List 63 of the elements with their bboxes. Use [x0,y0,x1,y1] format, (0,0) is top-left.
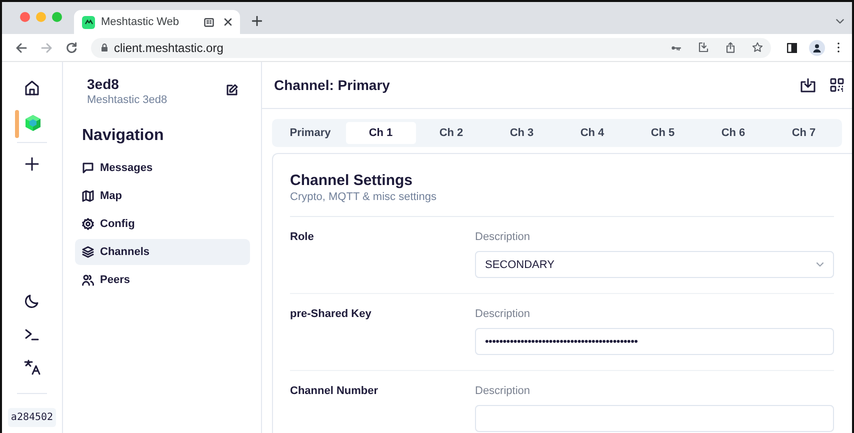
plus-icon[interactable] [25,157,39,171]
people-icon [82,274,94,286]
key-icon[interactable] [671,44,681,50]
more-icon[interactable] [837,42,840,53]
reader-icon[interactable] [204,18,214,26]
back-icon[interactable] [16,42,27,52]
channel-tab[interactable]: Ch 6 [698,122,768,144]
nav-item[interactable]: Peers [75,267,250,293]
home-icon[interactable] [24,80,40,96]
card-subtitle: Crypto, MQTT & misc settings [290,191,834,217]
download-icon[interactable] [800,78,816,92]
channel-tab[interactable]: Ch 2 [416,122,486,144]
browser-tab[interactable]: Meshtastic Web [74,10,240,34]
channel-tab[interactable]: Ch 3 [486,122,557,144]
address-bar[interactable]: client.meshtastic.org [91,38,771,58]
cube-icon[interactable] [24,114,42,132]
side-panel-icon[interactable] [787,42,797,52]
app-logo-icon [82,16,95,28]
layers-icon [82,246,94,258]
new-tab-icon[interactable] [252,16,262,26]
moon-icon[interactable] [24,293,40,309]
profile-avatar[interactable] [809,40,825,56]
node-id-label: a284502 [8,408,56,427]
section-heading: Navigation [82,127,165,145]
qr-code-icon[interactable] [830,78,844,92]
nav-item[interactable]: Map [75,183,250,209]
nav-item[interactable]: Channels [75,239,250,265]
field-description: Description [475,385,532,397]
map-icon [82,190,94,202]
device-name: 3ed8 [87,76,120,92]
nav-item[interactable]: Messages [75,155,250,181]
channel-tab[interactable]: Ch 7 [768,122,839,144]
channel-tab[interactable]: Ch 5 [628,122,698,144]
device-subtitle: Meshtastic 3ed8 [87,94,168,106]
channel-tab[interactable]: Primary [275,122,346,144]
channel-tab[interactable]: Ch 4 [557,122,628,144]
edit-icon[interactable] [226,84,238,96]
translate-icon[interactable] [24,359,40,375]
chevron-down-icon [816,262,824,267]
field-label: Role [290,231,315,245]
card-title: Channel Settings [290,172,414,189]
field-description: Description [475,308,532,320]
install-icon[interactable] [698,42,709,53]
password-field[interactable]: ••••••••••••••••••••••••••••••••••••••••••• [475,328,834,355]
terminal-icon[interactable] [24,327,40,341]
page-title: Channel: Primary [274,77,390,93]
input-field[interactable] [475,405,834,432]
chat-bubble-icon [82,162,94,174]
nav-item[interactable]: Config [75,211,250,237]
field-description: Description [475,231,532,243]
share-icon[interactable] [726,42,735,53]
url-text: client.meshtastic.org [114,40,224,54]
star-icon[interactable] [752,42,763,53]
close-icon[interactable] [224,18,232,26]
tab-title: Meshtastic Web [101,16,180,28]
gear-icon [82,218,94,230]
field-label: Channel Number [290,385,380,399]
select-field[interactable]: SECONDARY [475,251,834,278]
chevron-down-icon[interactable] [836,19,844,24]
lock-icon [101,43,108,52]
channel-tab[interactable]: Ch 1 [346,122,416,144]
field-label: pre-Shared Key [290,308,372,322]
reload-icon[interactable] [66,42,77,53]
